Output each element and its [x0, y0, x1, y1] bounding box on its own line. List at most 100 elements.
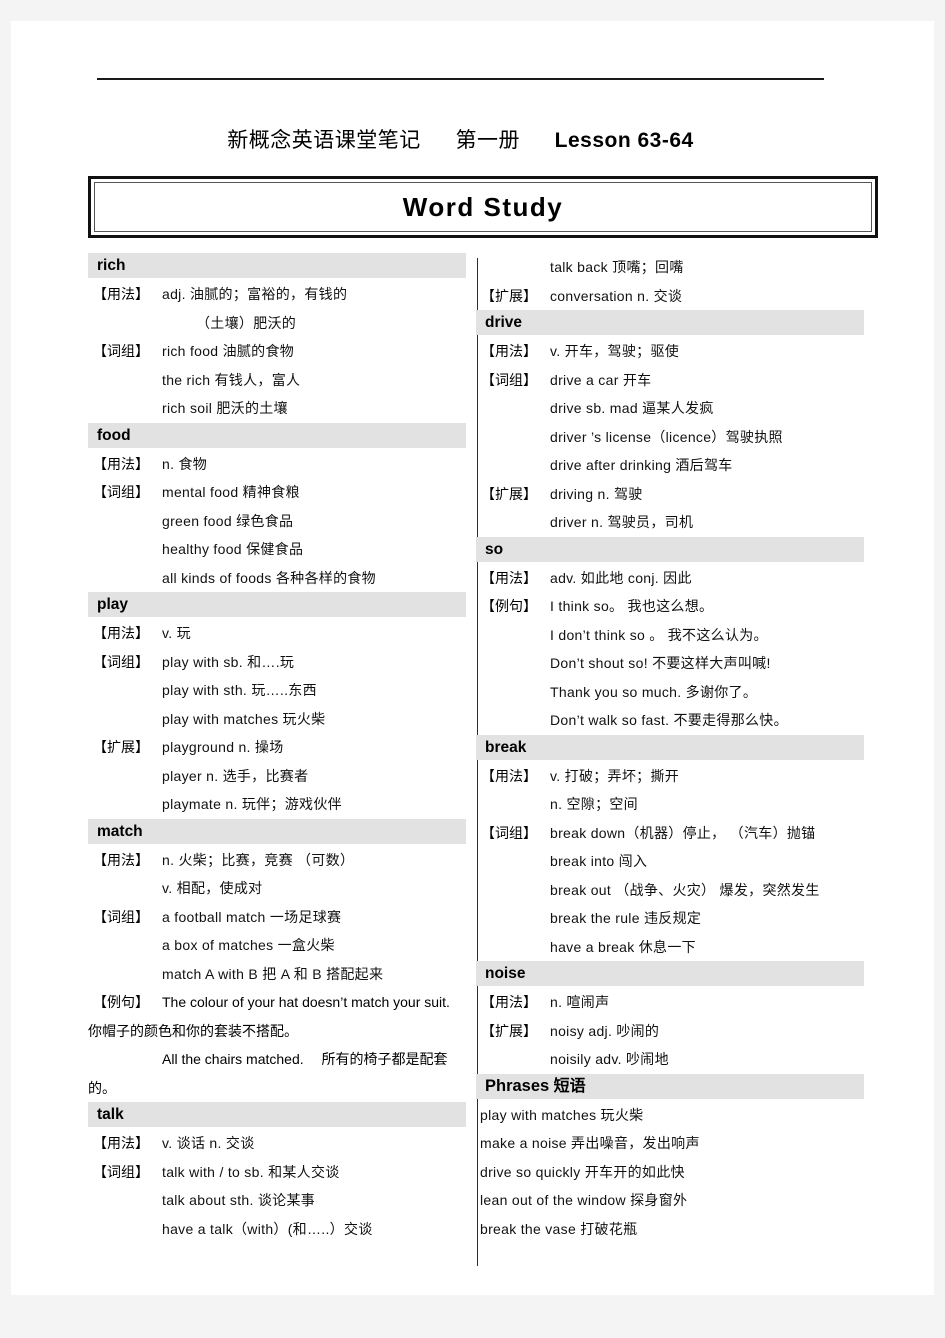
entry-row: all kinds of foods 各种各样的食物 [88, 564, 466, 593]
entry-text: v. 玩 [162, 625, 191, 641]
entry-text: noisily adv. 吵闹地 [550, 1051, 669, 1067]
entry-label: 【词组】 [481, 824, 537, 841]
entry-row: 【词组】 talk with / to sb. 和某人交谈 [88, 1158, 466, 1187]
entry-text: adj. 油腻的；富裕的，有钱的 [162, 286, 348, 302]
entry-text: rich soil 肥沃的土壤 [162, 400, 288, 416]
entry-text: All the chairs matched. 所有的椅子都是配套的。 [88, 1051, 448, 1096]
entry-text: have a break 休息一下 [550, 938, 696, 955]
right-column: talk back 顶嘴；回嘴 【扩展】 conversation n. 交谈 dri… [476, 253, 864, 1243]
entry-label: 【扩展】 [93, 739, 149, 755]
entry-row: have a talk（with）(和…..）交谈 [88, 1215, 466, 1244]
entry-row: 【扩展】 driving n. 驾驶 [476, 480, 864, 509]
entry-row: 【词组】 play with sb. 和….玩 [88, 648, 466, 677]
entry-row: （土壤）肥沃的 [88, 309, 466, 338]
entry-text: n. 喧闹声 [550, 994, 610, 1010]
entry-row: a box of matches 一盒火柴 [88, 931, 466, 960]
word-heading-rich: rich [88, 253, 466, 278]
entry-row: talk back 顶嘴；回嘴 [476, 253, 864, 282]
entry-row: match A with B 把 A 和 B 搭配起来 [88, 960, 466, 989]
entry-row: 【例句】 I think so。 我也这么想。 [476, 592, 864, 621]
phrase-item: play with matches 玩火柴 [480, 1106, 644, 1123]
left-column: rich 【用法】 adj. 油腻的；富裕的，有钱的 （土壤）肥沃的 【词组】 rich … [88, 253, 476, 1243]
entry-row: v. 相配，使成对 [88, 874, 466, 903]
entry-text: all kinds of foods 各种各样的食物 [162, 569, 376, 586]
entry-row: 【词组】 mental food 精神食粮 [88, 478, 466, 507]
entry-row: 【词组】 break down（机器）停止， （汽车）抛锚 [476, 819, 864, 848]
entry-row: have a break 休息一下 [476, 933, 864, 962]
entry-text: match A with B 把 A 和 B 搭配起来 [162, 965, 384, 982]
word-heading-noise: noise [476, 961, 864, 986]
entry-label: 【用法】 [93, 1135, 149, 1151]
entry-label: 【词组】 [93, 1163, 149, 1180]
entry-text: player n. 选手，比赛者 [162, 767, 309, 784]
entry-text: green food 绿色食品 [162, 512, 294, 529]
entry-row: play with matches 玩火柴 [88, 705, 466, 734]
entry-label: 【词组】 [93, 343, 149, 359]
entry-text: I think so。 我也这么想。 [550, 598, 714, 614]
document-page: 新概念英语课堂笔记 第一册 Lesson 63-64 Word Study ri… [11, 21, 934, 1295]
entry-row: talk about sth. 谈论某事 [88, 1186, 466, 1215]
two-column-body: rich 【用法】 adj. 油腻的；富裕的，有钱的 （土壤）肥沃的 【词组】 rich … [88, 253, 878, 1243]
entry-label: 【例句】 [93, 994, 149, 1010]
entry-text: healthy food 保健食品 [162, 541, 304, 557]
word-study-label: Word Study [402, 191, 564, 222]
entry-label: 【用法】 [481, 994, 537, 1010]
entry-text: play with sb. 和….玩 [162, 653, 295, 670]
entry-text: a box of matches 一盒火柴 [162, 937, 335, 953]
entry-text: （土壤）肥沃的 [196, 314, 297, 331]
word-heading-play: play [88, 592, 466, 617]
entry-text: drive sb. mad 逼某人发疯 [550, 400, 714, 416]
entry-row: driver n. 驾驶员，司机 [476, 508, 864, 537]
entry-row: noisily adv. 吵闹地 [476, 1045, 864, 1074]
entry-text: driver ’s license（licence）驾驶执照 [550, 428, 783, 445]
word-heading-so: so [476, 536, 864, 562]
entry-label: 【用法】 [93, 851, 149, 868]
word-heading-break: break [476, 734, 864, 760]
entry-text: break the rule 违反规定 [550, 910, 702, 926]
entry-row: 【用法】 v. 开车，驾驶；驱使 [476, 337, 864, 366]
entry-row: n. 空隙；空间 [476, 790, 864, 819]
title-chinese: 新概念英语课堂笔记 [227, 129, 421, 152]
entry-row: green food 绿色食品 [88, 507, 466, 536]
entry-row-wrapped: 【例句】 The colour of your hat doesn’t match… [88, 988, 468, 1045]
page-title: 新概念英语课堂笔记 第一册 Lesson 63-64 [97, 124, 824, 154]
entry-row: 【用法】 v. 玩 [88, 619, 466, 648]
entry-text: v. 谈话 n. 交谈 [162, 1135, 255, 1151]
entry-row: 【用法】 adv. 如此地 conj. 因此 [476, 564, 864, 593]
entry-label: 【词组】 [481, 371, 537, 388]
entry-row: drive after drinking 酒后驾车 [476, 451, 864, 480]
entry-text: mental food 精神食粮 [162, 484, 300, 500]
entry-row: I don’t think so 。 我不这么认为。 [476, 621, 864, 650]
entry-label: 【词组】 [93, 908, 149, 925]
entry-text: driver n. 驾驶员，司机 [550, 514, 694, 530]
entry-text: play with matches 玩火柴 [162, 710, 326, 727]
entry-row: healthy food 保健食品 [88, 535, 466, 564]
entry-label: 【用法】 [481, 343, 537, 359]
phrases-heading-cn: 短语 [549, 1077, 586, 1095]
entry-text: break into 闯入 [550, 853, 648, 869]
entry-label: 【扩展】 [481, 485, 537, 502]
entry-label: 【例句】 [481, 598, 537, 614]
phrases-heading-en: Phrases [485, 1076, 550, 1095]
entry-text: a football match 一场足球赛 [162, 908, 342, 925]
entry-text: Thank you so much. 多谢你了。 [550, 683, 758, 700]
entry-label: 【词组】 [93, 653, 149, 670]
entry-text: v. 打破；弄坏；撕开 [550, 767, 680, 784]
entry-text: drive after drinking 酒后驾车 [550, 457, 733, 473]
entry-text: v. 相配，使成对 [162, 880, 263, 896]
entry-text: n. 空隙；空间 [550, 796, 638, 812]
entry-row: 【词组】 rich food 油腻的食物 [88, 337, 466, 366]
entry-row: break the rule 违反规定 [476, 904, 864, 933]
entry-text: break down（机器）停止， （汽车）抛锚 [550, 824, 816, 841]
entry-row-wrapped: All the chairs matched. 所有的椅子都是配套的。 [88, 1045, 466, 1102]
entry-text: v. 开车，驾驶；驱使 [550, 343, 680, 359]
entry-label: 【扩展】 [481, 287, 537, 304]
entry-row: 【用法】 n. 火柴；比赛，竞赛 （可数） [88, 846, 466, 875]
title-lesson: Lesson 63-64 [554, 129, 694, 152]
entry-label: 【扩展】 [481, 1022, 537, 1039]
entry-row: 【词组】 drive a car 开车 [476, 366, 864, 395]
entry-text: n. 火柴；比赛，竞赛 （可数） [162, 851, 355, 868]
entry-row: 【用法】 v. 打破；弄坏；撕开 [476, 762, 864, 791]
entry-row: the rich 有钱人，富人 [88, 366, 466, 395]
entry-row: break into 闯入 [476, 847, 864, 876]
